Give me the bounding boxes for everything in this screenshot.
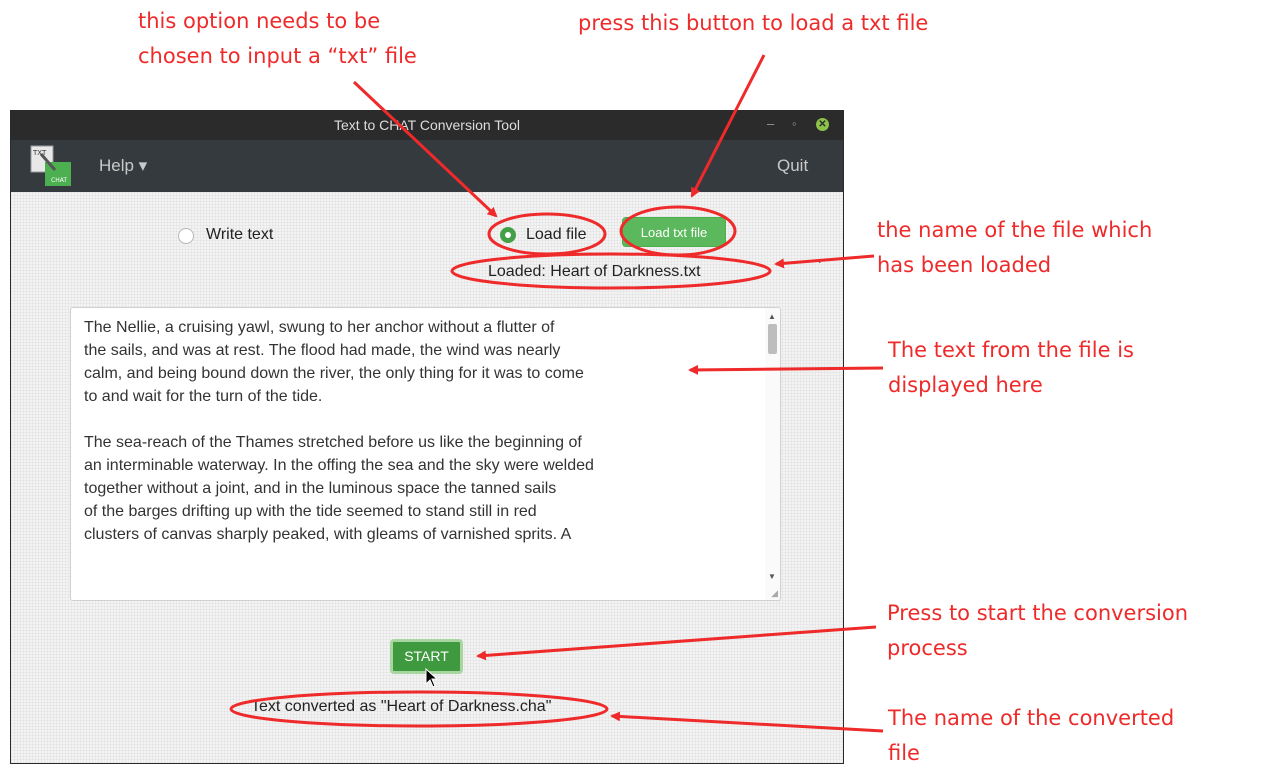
text-line: of the barges drifting up with the tide …: [84, 503, 537, 520]
radio-note-line-2: chosen to input a “txt” file: [138, 44, 417, 68]
text-line: an interminable waterway. In the offing …: [84, 457, 594, 474]
logo-bottom-text: CHAT: [51, 177, 67, 184]
logo-top-text: TXT: [32, 149, 47, 157]
text-note-line-2: displayed here: [888, 373, 1043, 397]
radio-option-note: this option needs to be chosen to input …: [138, 4, 417, 74]
converted-note-line-1: The name of the converted: [888, 706, 1175, 730]
filename-note-line-2: has been loaded: [877, 253, 1052, 277]
start-button-note: Press to start the conversion process: [887, 596, 1188, 666]
restore-icon[interactable]: ◦: [792, 116, 797, 131]
mouse-cursor-icon: [425, 668, 439, 688]
text-line: together without a joint, and in the lum…: [84, 480, 557, 497]
quit-menu-item[interactable]: Quit: [777, 156, 808, 176]
filename-note: the name of the file which has been load…: [877, 213, 1152, 283]
text-line: the sails, and was at rest. The flood ha…: [84, 342, 561, 359]
text-line: The Nellie, a cruising yawl, swung to he…: [84, 319, 555, 336]
radio-note-line-1: this option needs to be: [138, 9, 381, 33]
load-button-note: press this button to load a txt file: [578, 6, 928, 41]
load-file-label[interactable]: Load file: [526, 226, 587, 244]
text-line: calm, and being bound down the river, th…: [84, 365, 584, 382]
text-line: clusters of canvas sharply peaked, with …: [84, 526, 572, 543]
text-line: to and wait for the turn of the tide.: [84, 388, 323, 405]
text-display-note: The text from the file is displayed here: [888, 333, 1134, 403]
load-file-radio[interactable]: [500, 227, 516, 243]
minimize-icon[interactable]: –: [767, 116, 774, 131]
menu-bar: TXT CHAT Help ▾ Quit: [11, 140, 843, 192]
text-display-area[interactable]: The Nellie, a cruising yawl, swung to he…: [70, 307, 781, 601]
window-title: Text to CHAT Conversion Tool: [334, 117, 520, 133]
load-button-note-text: press this button to load a txt file: [578, 11, 929, 35]
stray-mark: `: [817, 258, 822, 274]
vertical-scrollbar[interactable]: ▲ ▼: [765, 308, 780, 600]
loaded-file-status: Loaded: Heart of Darkness.txt: [488, 263, 701, 280]
text-body: The Nellie, a cruising yawl, swung to he…: [84, 316, 764, 569]
write-text-radio[interactable]: [178, 228, 194, 244]
scrollbar-thumb[interactable]: [768, 324, 777, 354]
resize-handle-icon[interactable]: ◢: [771, 588, 778, 599]
text-line: The sea-reach of the Thames stretched be…: [84, 434, 582, 451]
close-icon[interactable]: ✕: [816, 118, 829, 131]
converted-file-note: The name of the converted file: [888, 701, 1174, 771]
start-note-line-2: process: [887, 636, 968, 660]
scroll-up-arrow-icon[interactable]: ▲: [768, 312, 776, 321]
scroll-down-arrow-icon[interactable]: ▼: [768, 572, 776, 581]
main-content: Write text Load file Load txt file Loade…: [11, 192, 843, 763]
load-txt-file-button[interactable]: Load txt file: [622, 217, 726, 247]
help-menu[interactable]: Help ▾: [99, 156, 147, 176]
start-note-line-1: Press to start the conversion: [887, 601, 1189, 625]
app-window: Text to CHAT Conversion Tool – ◦ ✕ TXT C…: [10, 110, 844, 764]
filename-note-line-1: the name of the file which: [877, 218, 1153, 242]
app-logo-icon: TXT CHAT: [30, 145, 71, 186]
write-text-label[interactable]: Write text: [206, 226, 273, 244]
converted-note-line-2: file: [888, 741, 920, 765]
paragraph-2: The sea-reach of the Thames stretched be…: [84, 431, 764, 546]
converted-file-status: Text converted as "Heart of Darkness.cha…: [251, 698, 552, 715]
title-bar[interactable]: Text to CHAT Conversion Tool – ◦ ✕: [11, 111, 843, 140]
text-note-line-1: The text from the file is: [888, 338, 1134, 362]
paragraph-1: The Nellie, a cruising yawl, swung to he…: [84, 316, 764, 408]
